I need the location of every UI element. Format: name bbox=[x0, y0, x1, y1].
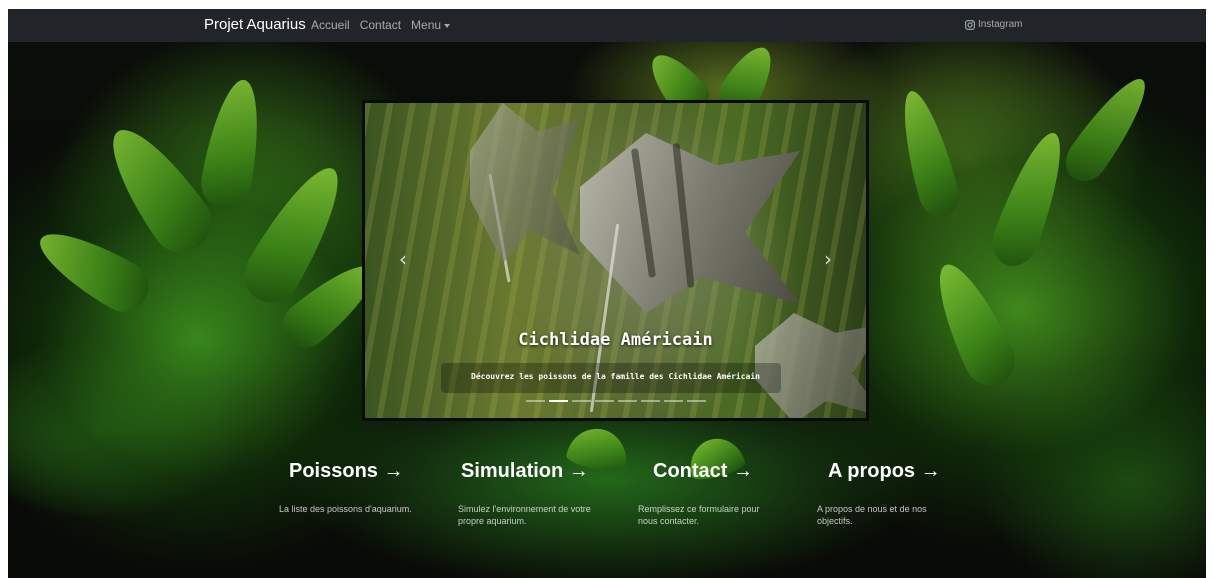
plant-leaf-decor bbox=[922, 254, 1024, 394]
feature-apropos-text: A propos de nous et de nos objectifs. bbox=[817, 504, 927, 526]
carousel-indicator[interactable] bbox=[572, 400, 591, 402]
carousel-prev-button[interactable]: ‹ bbox=[393, 247, 413, 271]
nav-dropdown-menu[interactable]: Menu bbox=[411, 18, 451, 32]
feature-contact-desc-wrap: Remplissez ce formulaire pour nous conta… bbox=[638, 494, 778, 527]
feature-poissons: Poissons → bbox=[289, 460, 449, 483]
feature-contact: Contact → bbox=[653, 460, 813, 483]
nav-menu-label: Menu bbox=[411, 18, 442, 32]
plant-leaf-decor bbox=[197, 75, 269, 213]
nav-link-contact[interactable]: Contact bbox=[360, 18, 401, 32]
feature-poissons-link[interactable]: Poissons → bbox=[289, 460, 449, 483]
instagram-label: Instagram bbox=[978, 19, 1023, 30]
plant-leaf-decor bbox=[985, 125, 1076, 273]
navbar: Projet Aquarius Accueil Contact Menu Ins… bbox=[8, 9, 1206, 42]
carousel-caption-title: Cichlidae Américain bbox=[518, 330, 713, 350]
carousel: ‹ › Cichlidae Américain Découvrez les po… bbox=[362, 100, 869, 421]
angelfish-shape bbox=[470, 103, 580, 263]
plant-leaf-decor bbox=[891, 86, 965, 222]
feature-poissons-desc-wrap: La liste des poissons d'aquarium. bbox=[279, 494, 419, 515]
page-background: Projet Aquarius Accueil Contact Menu Ins… bbox=[8, 9, 1206, 578]
carousel-indicator[interactable] bbox=[664, 400, 683, 402]
plant-leaf-decor bbox=[1057, 68, 1159, 190]
plant-leaf-decor bbox=[28, 217, 158, 321]
nav-link-accueil[interactable]: Accueil bbox=[311, 18, 350, 32]
carousel-next-button[interactable]: › bbox=[818, 247, 838, 271]
feature-apropos: A propos → bbox=[828, 460, 988, 483]
feature-simulation-text: Simulez l'environnement de votre propre … bbox=[458, 504, 591, 526]
carousel-indicators bbox=[526, 400, 706, 402]
carousel-indicator[interactable] bbox=[526, 400, 545, 402]
instagram-link[interactable]: Instagram bbox=[965, 19, 1022, 30]
instagram-icon bbox=[965, 19, 975, 30]
caret-down-icon bbox=[444, 23, 451, 28]
feature-apropos-desc-wrap: A propos de nous et de nos objectifs. bbox=[817, 494, 957, 527]
feature-apropos-link[interactable]: A propos → bbox=[828, 460, 988, 483]
brand-link[interactable]: Projet Aquarius bbox=[204, 16, 306, 33]
carousel-indicator[interactable] bbox=[641, 400, 660, 402]
carousel-indicator[interactable] bbox=[549, 400, 568, 402]
feature-simulation-link[interactable]: Simulation → bbox=[461, 460, 621, 483]
carousel-indicator[interactable] bbox=[618, 400, 637, 402]
feature-contact-text: Remplissez ce formulaire pour nous conta… bbox=[638, 504, 760, 526]
nav-links: Accueil Contact Menu bbox=[311, 18, 451, 32]
feature-simulation-desc-wrap: Simulez l'environnement de votre propre … bbox=[458, 494, 598, 527]
carousel-caption-text: Découvrez les poissons de la famille des… bbox=[471, 372, 760, 381]
feature-simulation: Simulation → bbox=[461, 460, 621, 483]
carousel-indicator[interactable] bbox=[595, 400, 614, 402]
carousel-indicator[interactable] bbox=[687, 400, 706, 402]
feature-contact-link[interactable]: Contact → bbox=[653, 460, 813, 483]
feature-poissons-text: La liste des poissons d'aquarium. bbox=[279, 504, 412, 514]
